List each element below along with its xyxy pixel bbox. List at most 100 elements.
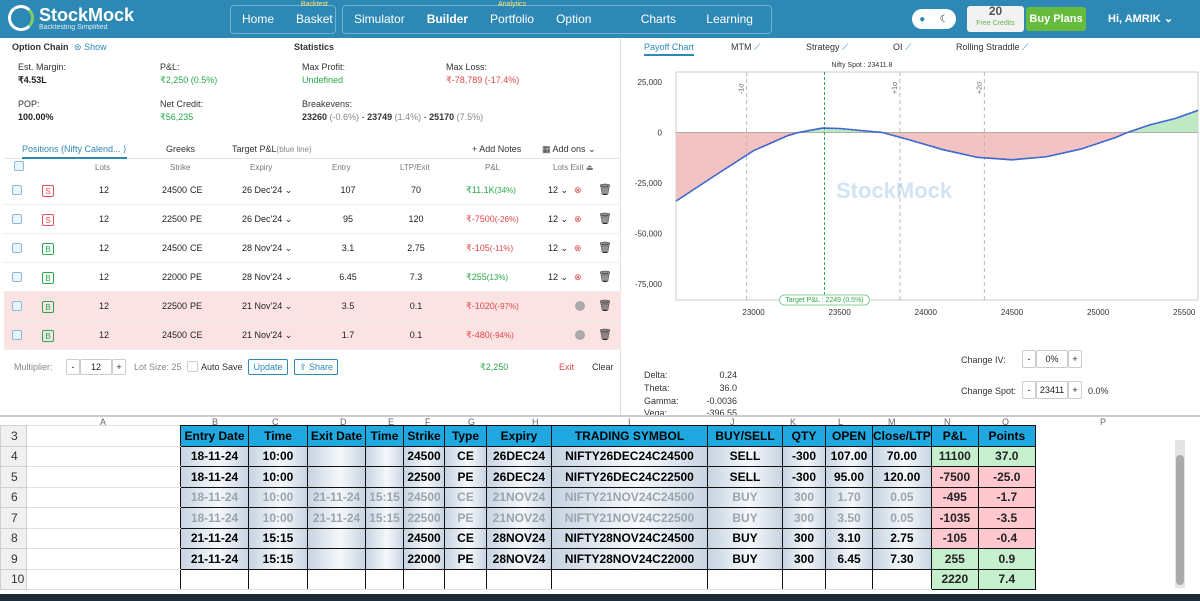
data-cell[interactable]: NIFTY28NOV24C24500 (551, 527, 708, 549)
points-cell[interactable]: 37.0 (977, 445, 1036, 467)
tab-positions[interactable]: Positions (Nifty Calend... ⟩ (22, 144, 127, 159)
data-cell[interactable]: 3.10 (825, 527, 873, 549)
data-cell[interactable]: PE (444, 548, 487, 570)
data-cell[interactable]: 95.00 (825, 466, 873, 488)
data-cell[interactable]: 28NOV24 (486, 548, 552, 570)
data-cell[interactable]: 10:00 (248, 507, 308, 529)
row-number[interactable]: 5 (0, 466, 27, 488)
tab-target-pnl[interactable]: Target P&L(blue line) (232, 144, 312, 154)
chart-tab-strategy[interactable]: Strategy ⟋ (806, 42, 848, 53)
data-cell[interactable]: BUY (707, 486, 783, 508)
header-p-l[interactable]: P&L (930, 425, 979, 447)
empty-cell[interactable] (248, 568, 308, 590)
header-open[interactable]: OPEN (825, 425, 873, 447)
data-cell[interactable]: 24500 (403, 527, 445, 549)
position-row[interactable]: B 12 22000 PE 28 Nov'24 ⌄ 6.45 7.3 ₹255(13%) 12 … (4, 263, 621, 292)
data-cell[interactable]: BUY (707, 527, 783, 549)
data-cell[interactable]: 18-11-24 (180, 486, 249, 508)
total-points-cell[interactable]: 7.4 (977, 568, 1036, 590)
header-strike[interactable]: Strike (403, 425, 445, 447)
header-expiry[interactable]: Expiry (486, 425, 552, 447)
data-cell[interactable]: 10:00 (248, 486, 308, 508)
empty-cell[interactable] (707, 568, 783, 590)
expiry-select[interactable]: 21 Nov'24 ⌄ (242, 330, 292, 341)
nav-builder[interactable]: Builder (416, 6, 479, 33)
user-menu[interactable]: Hi, AMRIK ⌄ (1108, 12, 1173, 25)
data-cell[interactable]: 21-11-24 (180, 527, 249, 549)
data-cell[interactable]: 6.45 (825, 548, 873, 570)
share-button[interactable]: ⇪ Share (294, 359, 338, 375)
data-cell[interactable]: 15:15 (365, 507, 404, 529)
empty-cell[interactable] (825, 568, 873, 590)
row-checkbox[interactable] (12, 330, 22, 340)
data-cell[interactable]: 21NOV24 (486, 486, 552, 508)
multiplier-decrement[interactable]: - (66, 359, 80, 375)
data-cell[interactable]: 21NOV24 (486, 507, 552, 529)
points-cell[interactable]: -25.0 (977, 466, 1036, 488)
trash-icon[interactable]: 🗑 (598, 270, 612, 283)
data-cell[interactable]: 28NOV24 (486, 527, 552, 549)
data-cell[interactable]: 15:15 (365, 486, 404, 508)
data-cell[interactable]: 300 (782, 486, 826, 508)
expiry-select[interactable]: 26 Dec'24 ⌄ (242, 214, 292, 225)
add-ons-dropdown[interactable]: ▦ Add ons ⌄ (542, 144, 596, 155)
data-cell[interactable]: NIFTY21NOV24C22500 (551, 507, 708, 529)
data-cell[interactable]: 10:00 (248, 445, 308, 467)
points-cell[interactable]: 0.9 (977, 548, 1036, 570)
data-cell[interactable]: -300 (782, 445, 826, 467)
iv-increment[interactable]: + (1068, 350, 1082, 368)
data-cell[interactable]: 1.70 (825, 486, 873, 508)
exit-lots-select[interactable]: 12 ⌄ (548, 185, 568, 196)
row-checkbox[interactable] (12, 272, 22, 282)
data-cell[interactable]: PE (444, 466, 487, 488)
empty-cell[interactable] (782, 568, 826, 590)
row-number[interactable]: 6 (0, 486, 27, 508)
data-cell[interactable]: 120.00 (872, 466, 932, 488)
iv-decrement[interactable]: - (1022, 350, 1036, 368)
data-cell[interactable]: 10:00 (248, 466, 308, 488)
data-cell[interactable] (307, 527, 366, 549)
data-cell[interactable] (307, 548, 366, 570)
data-cell[interactable]: 21-11-24 (307, 486, 366, 508)
chart-tab-oi[interactable]: OI ⟋ (893, 42, 911, 53)
position-row[interactable]: S 12 22500 PE 26 Dec'24 ⌄ 95 120 ₹-7500(-26%) 12… (4, 205, 621, 234)
row-number[interactable]: 3 (0, 425, 27, 447)
empty-cell[interactable] (26, 507, 181, 529)
data-cell[interactable]: 21-11-24 (307, 507, 366, 529)
data-cell[interactable]: NIFTY26DEC24C22500 (551, 466, 708, 488)
trash-icon[interactable]: 🗑 (598, 299, 612, 312)
show-option-chain-link[interactable]: ⊜ Show (74, 42, 107, 53)
position-row[interactable]: B 12 22500 PE 21 Nov'24 ⌄ 3.5 0.1 ₹-1020(-97%) 🗑 (4, 292, 621, 321)
data-cell[interactable] (365, 548, 404, 570)
data-cell[interactable] (365, 445, 404, 467)
data-cell[interactable]: 300 (782, 548, 826, 570)
brand-logo[interactable]: StockMock Backtesting Simplified (8, 5, 134, 31)
header-points[interactable]: Points (977, 425, 1036, 447)
pnl-cell[interactable]: 255 (930, 548, 979, 570)
multiplier-input[interactable]: 12 (80, 359, 112, 375)
row-number[interactable]: 4 (0, 445, 27, 467)
row-checkbox[interactable] (12, 243, 22, 253)
empty-cell[interactable] (180, 568, 249, 590)
spot-increment[interactable]: + (1068, 381, 1082, 399)
chart-tab-rolling-straddle[interactable]: Rolling Straddle ⟋ (956, 42, 1028, 53)
row-checkbox[interactable] (12, 301, 22, 311)
empty-cell[interactable] (551, 568, 708, 590)
nav-simulator[interactable]: Simulator (343, 6, 416, 33)
data-cell[interactable]: 24500 (403, 445, 445, 467)
data-cell[interactable]: CE (444, 445, 487, 467)
data-cell[interactable]: 26DEC24 (486, 445, 552, 467)
empty-cell[interactable] (26, 445, 181, 467)
data-cell[interactable]: 7.30 (872, 548, 932, 570)
exit-all-icon[interactable]: ⏏ (586, 163, 594, 172)
empty-cell[interactable] (26, 425, 181, 447)
autosave-checkbox[interactable] (187, 361, 198, 372)
data-cell[interactable]: 15:15 (248, 548, 308, 570)
points-cell[interactable]: -0.4 (977, 527, 1036, 549)
header-type[interactable]: Type (444, 425, 487, 447)
header-trading-symbol[interactable]: TRADING SYMBOL (551, 425, 708, 447)
header-exit-date[interactable]: Exit Date (307, 425, 366, 447)
pnl-cell[interactable]: 11100 (930, 445, 979, 467)
empty-cell[interactable] (872, 568, 932, 590)
side-badge[interactable]: B (42, 301, 54, 313)
